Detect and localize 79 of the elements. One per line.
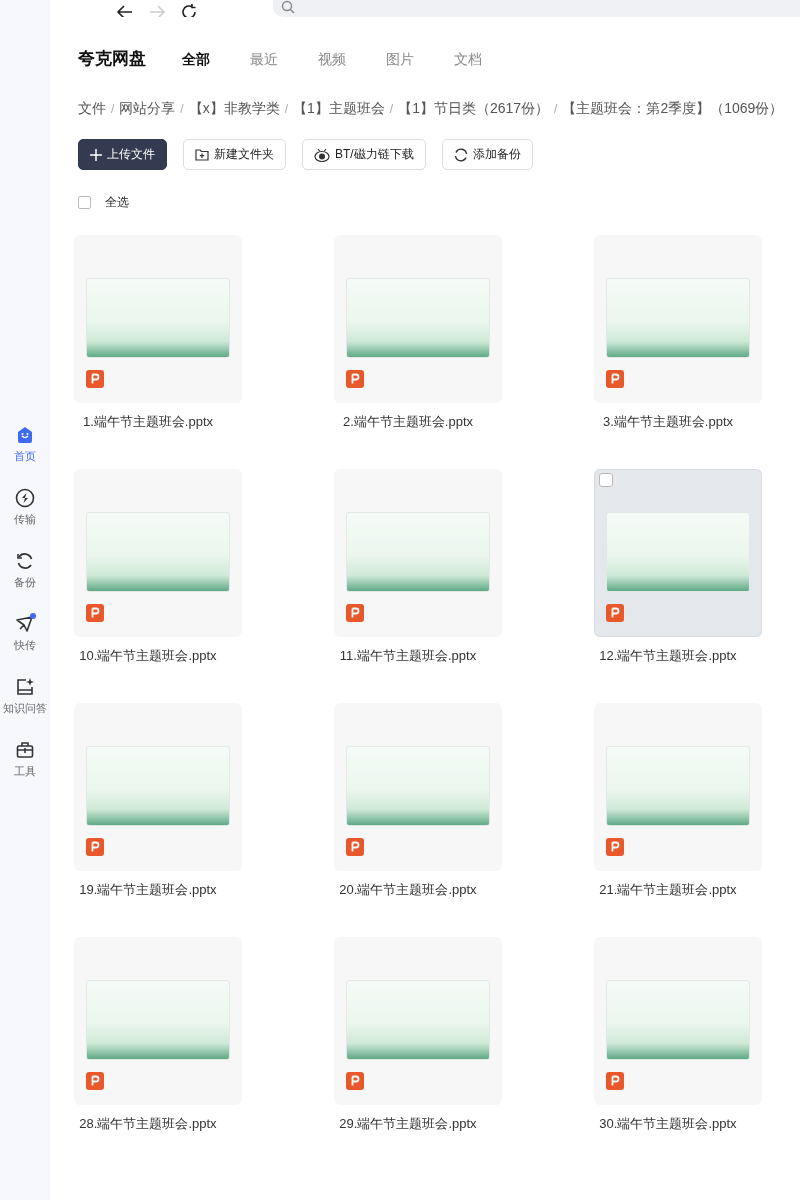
breadcrumb-link[interactable]: 网站分享 bbox=[119, 100, 176, 118]
breadcrumb-separator: / bbox=[180, 102, 184, 116]
search-icon bbox=[281, 0, 295, 14]
file-card[interactable] bbox=[594, 235, 762, 403]
file-name: 20.端午节主题班会.pptx bbox=[339, 881, 477, 899]
file-card[interactable] bbox=[334, 235, 502, 403]
action-button[interactable]: BT/磁力链下载 bbox=[302, 139, 426, 170]
action-button[interactable]: 添加备份 bbox=[441, 139, 533, 170]
file-name: 28.端午节主题班会.pptx bbox=[79, 1115, 217, 1133]
sidebar-item[interactable]: 知识问答 bbox=[3, 677, 47, 716]
breadcrumb-link[interactable]: 文件 bbox=[78, 100, 106, 118]
file-card[interactable] bbox=[74, 703, 242, 871]
presentation-file-icon bbox=[606, 1072, 624, 1090]
breadcrumb-separator: / bbox=[111, 102, 115, 116]
checkbox[interactable] bbox=[78, 196, 91, 209]
file-name: 12.端午节主题班会.pptx bbox=[599, 647, 737, 665]
presentation-file-icon bbox=[606, 838, 624, 856]
refresh-icon[interactable] bbox=[180, 3, 198, 17]
back-arrow-icon[interactable] bbox=[116, 3, 134, 17]
app-title: 夸克网盘 bbox=[78, 48, 146, 70]
tab[interactable]: 文档 bbox=[454, 51, 482, 69]
file-card[interactable] bbox=[594, 703, 762, 871]
file-name: 29.端午节主题班会.pptx bbox=[339, 1115, 477, 1133]
tab[interactable]: 全部 bbox=[182, 51, 210, 69]
file-name: 30.端午节主题班会.pptx bbox=[599, 1115, 737, 1133]
breadcrumb-link[interactable]: 【主题班会：第2季度】（1069份） bbox=[562, 100, 784, 118]
tab[interactable]: 图片 bbox=[386, 51, 414, 69]
presentation-file-icon bbox=[86, 370, 104, 388]
file-card[interactable] bbox=[74, 469, 242, 637]
sidebar-item[interactable]: 传输 bbox=[14, 488, 36, 527]
file-card[interactable] bbox=[334, 937, 502, 1105]
presentation-file-icon bbox=[346, 838, 364, 856]
presentation-file-icon bbox=[346, 604, 364, 622]
plus-icon bbox=[90, 148, 102, 161]
bt-icon bbox=[314, 147, 330, 162]
action-button[interactable]: 新建文件夹 bbox=[183, 139, 286, 170]
tab[interactable]: 视频 bbox=[318, 51, 346, 69]
action-button[interactable]: 上传文件 bbox=[78, 139, 167, 170]
smiley-house-icon bbox=[15, 425, 35, 445]
file-card[interactable] bbox=[74, 235, 242, 403]
file-card[interactable] bbox=[594, 937, 762, 1105]
breadcrumb-link[interactable]: 【x】非教学类 bbox=[188, 100, 280, 118]
file-name: 19.端午节主题班会.pptx bbox=[79, 881, 217, 899]
sync-icon bbox=[15, 551, 35, 571]
presentation-file-icon bbox=[346, 370, 364, 388]
file-name: 11.端午节主题班会.pptx bbox=[339, 647, 477, 665]
presentation-file-icon bbox=[86, 604, 104, 622]
file-name: 1.端午节主题班会.pptx bbox=[83, 413, 213, 431]
paper-plane-icon bbox=[15, 614, 35, 634]
presentation-file-icon bbox=[606, 370, 624, 388]
presentation-file-icon bbox=[346, 1072, 364, 1090]
checkbox[interactable] bbox=[599, 473, 613, 487]
presentation-file-icon bbox=[86, 838, 104, 856]
transfer-icon bbox=[15, 488, 35, 508]
tab[interactable]: 最近 bbox=[250, 51, 278, 69]
sidebar-item[interactable]: 备份 bbox=[14, 551, 36, 590]
breadcrumb-link[interactable]: 【1】主题班会 bbox=[293, 100, 385, 118]
file-card[interactable] bbox=[594, 469, 762, 637]
file-name: 2.端午节主题班会.pptx bbox=[343, 413, 473, 431]
file-name: 21.端午节主题班会.pptx bbox=[599, 881, 737, 899]
folder-plus-icon bbox=[195, 148, 209, 161]
sidebar-item[interactable]: 首页 bbox=[14, 425, 36, 464]
breadcrumb-link[interactable]: 【1】节日类（2617份） bbox=[398, 100, 550, 118]
file-name: 3.端午节主题班会.pptx bbox=[603, 413, 733, 431]
presentation-file-icon bbox=[606, 604, 624, 622]
file-card[interactable] bbox=[334, 703, 502, 871]
sync-icon bbox=[453, 147, 468, 162]
file-card[interactable] bbox=[334, 469, 502, 637]
presentation-file-icon bbox=[86, 1072, 104, 1090]
breadcrumb-separator: / bbox=[554, 102, 558, 116]
file-name: 10.端午节主题班会.pptx bbox=[79, 647, 217, 665]
sidebar-item[interactable]: 工具 bbox=[14, 740, 36, 779]
select-all-label: 全选 bbox=[105, 194, 129, 211]
breadcrumb-separator: / bbox=[389, 102, 394, 116]
breadcrumb-separator: / bbox=[284, 102, 289, 116]
sidebar-item[interactable]: 快传 bbox=[14, 614, 36, 653]
document-sparkle-icon bbox=[15, 677, 35, 697]
file-card[interactable] bbox=[74, 937, 242, 1105]
toolbox-icon bbox=[15, 740, 35, 760]
